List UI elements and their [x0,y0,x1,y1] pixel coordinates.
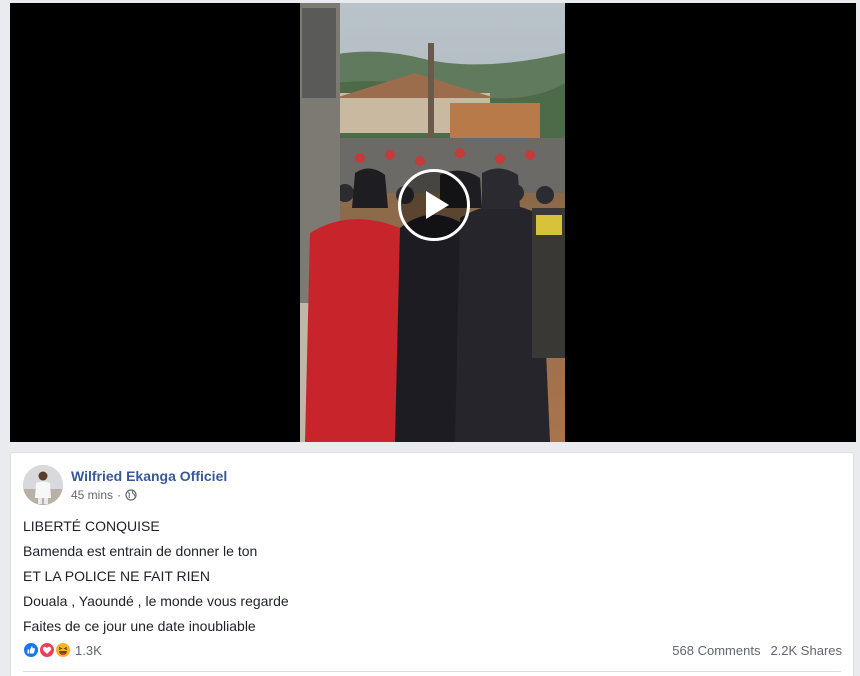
engagement-counts: 568 Comments 2.2K Shares [672,643,842,658]
post-line: Faites de ce jour une date inoubliable [23,618,256,634]
avatar[interactable] [23,465,63,505]
post-meta: 45 mins · [71,488,137,502]
facebook-post-page: Wilfried Ekanga Officiel 45 mins · LIBER… [0,0,860,676]
post-line: LIBERTÉ CONQUISE [23,518,160,534]
reaction-count: 1.3K [75,642,102,658]
reactions-summary[interactable]: 1.3K [23,641,102,659]
shares-count-link[interactable]: 2.2K Shares [770,643,842,658]
like-icon [23,642,39,658]
globe-icon[interactable] [125,489,137,501]
comments-count-link[interactable]: 568 Comments [672,643,760,658]
author-name[interactable]: Wilfried Ekanga Officiel [71,468,227,484]
haha-icon [55,642,71,658]
post-timestamp[interactable]: 45 mins [71,488,113,502]
divider [23,671,841,672]
love-icon [39,642,55,658]
post-card: Wilfried Ekanga Officiel 45 mins · LIBER… [10,452,854,676]
post-line: ET LA POLICE NE FAIT RIEN [23,568,210,584]
post-line: Bamenda est entrain de donner le ton [23,543,258,559]
meta-separator: · [117,488,122,502]
post-line: Douala , Yaoundé , le monde vous regarde [23,593,289,609]
post-message: LIBERTÉ CONQUISE Bamenda est entrain de … [23,514,823,639]
play-button[interactable] [398,169,470,241]
play-icon [426,191,449,219]
video-player[interactable] [10,3,856,442]
